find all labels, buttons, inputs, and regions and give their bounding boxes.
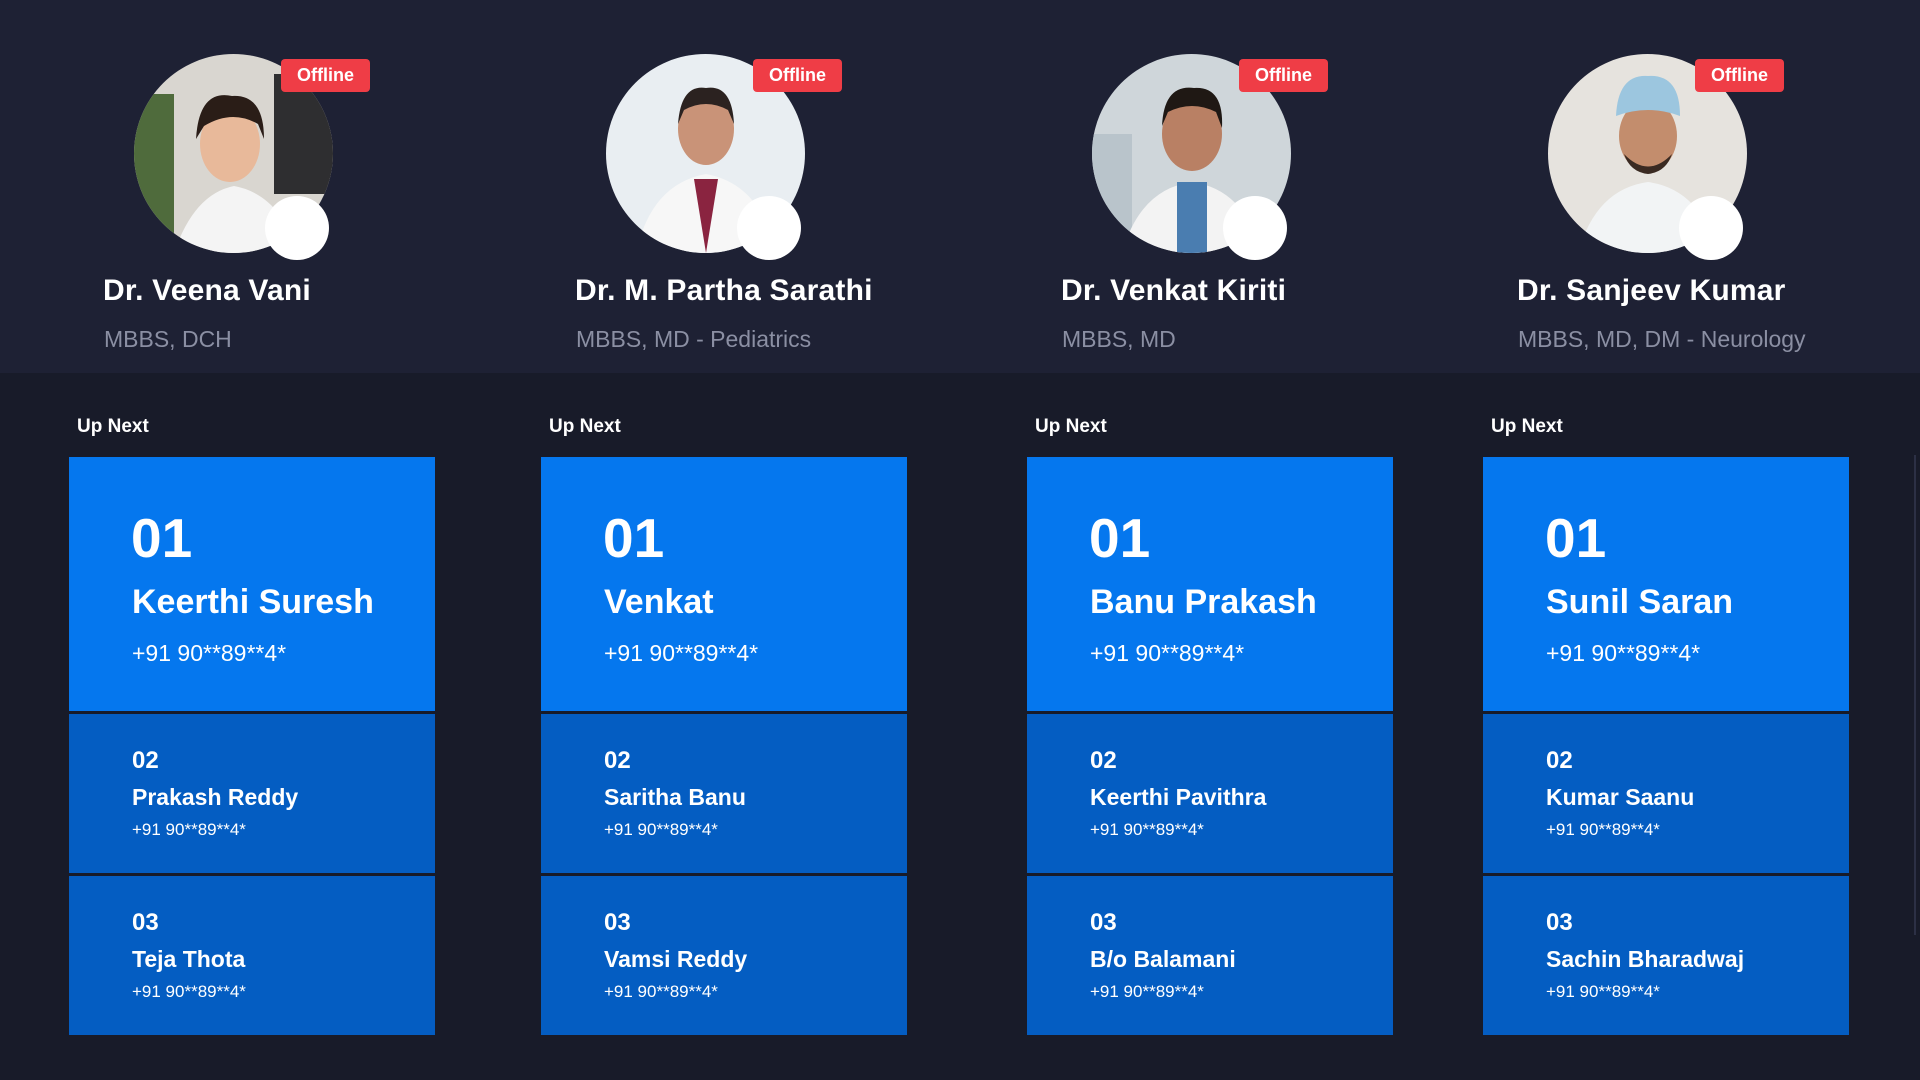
patient-queue: 01 Sunil Saran +91 90**89**4* 02 Kumar S… bbox=[1483, 457, 1849, 1035]
doctor-qualification: MBBS, MD bbox=[1062, 326, 1176, 352]
doctor-column: Offline Dr. Venkat Kiriti MBBS, MD Up Ne… bbox=[958, 0, 1438, 1080]
doctor-name: Dr. Sanjeev Kumar bbox=[1517, 274, 1786, 307]
right-edge-divider bbox=[1914, 455, 1916, 935]
status-indicator bbox=[1679, 196, 1743, 260]
queue-card[interactable]: 02 Saritha Banu +91 90**89**4* bbox=[541, 714, 907, 873]
status-badge: Offline bbox=[1239, 59, 1328, 92]
patient-phone: +91 90**89**4* bbox=[1546, 640, 1701, 666]
patient-phone: +91 90**89**4* bbox=[1546, 820, 1660, 839]
patient-name: Saritha Banu bbox=[604, 784, 746, 810]
status-badge: Offline bbox=[753, 59, 842, 92]
queue-card-current[interactable]: 01 Venkat +91 90**89**4* bbox=[541, 457, 907, 711]
doctor-column: Offline Dr. Sanjeev Kumar MBBS, MD, DM -… bbox=[1414, 0, 1894, 1080]
queue-number: 03 bbox=[132, 909, 159, 936]
queue-card[interactable]: 03 Sachin Bharadwaj +91 90**89**4* bbox=[1483, 876, 1849, 1035]
patient-phone: +91 90**89**4* bbox=[132, 982, 246, 1001]
up-next-label: Up Next bbox=[549, 416, 621, 437]
doctor-name: Dr. M. Partha Sarathi bbox=[575, 274, 873, 307]
patient-name: B/o Balamani bbox=[1090, 946, 1236, 972]
patient-phone: +91 90**89**4* bbox=[1090, 640, 1245, 666]
doctor-column: Offline Dr. M. Partha Sarathi MBBS, MD -… bbox=[472, 0, 952, 1080]
status-indicator bbox=[1223, 196, 1287, 260]
patient-name: Sunil Saran bbox=[1546, 583, 1734, 621]
status-indicator bbox=[265, 196, 329, 260]
queue-number: 03 bbox=[1546, 909, 1573, 936]
patient-queue: 01 Venkat +91 90**89**4* 02 Saritha Banu… bbox=[541, 457, 907, 1035]
queue-card[interactable]: 03 Teja Thota +91 90**89**4* bbox=[69, 876, 435, 1035]
patient-phone: +91 90**89**4* bbox=[604, 820, 718, 839]
patient-phone: +91 90**89**4* bbox=[132, 640, 287, 666]
patient-name: Banu Prakash bbox=[1090, 583, 1317, 621]
status-badge: Offline bbox=[281, 59, 370, 92]
queue-number: 01 bbox=[131, 507, 193, 569]
up-next-label: Up Next bbox=[1035, 416, 1107, 437]
patient-name: Vamsi Reddy bbox=[604, 946, 748, 972]
doctor-qualification: MBBS, MD, DM - Neurology bbox=[1518, 326, 1806, 352]
queue-card[interactable]: 02 Keerthi Pavithra +91 90**89**4* bbox=[1027, 714, 1393, 873]
queue-number: 01 bbox=[1089, 507, 1151, 569]
queue-number: 02 bbox=[132, 747, 159, 774]
queue-number: 03 bbox=[604, 909, 631, 936]
patient-phone: +91 90**89**4* bbox=[1090, 820, 1204, 839]
patient-queue: 01 Banu Prakash +91 90**89**4* 02 Keerth… bbox=[1027, 457, 1393, 1035]
patient-queue: 01 Keerthi Suresh +91 90**89**4* 02 Prak… bbox=[69, 457, 435, 1035]
patient-name: Sachin Bharadwaj bbox=[1546, 946, 1745, 972]
queue-card[interactable]: 02 Prakash Reddy +91 90**89**4* bbox=[69, 714, 435, 873]
doctor-qualification: MBBS, DCH bbox=[104, 326, 232, 352]
patient-phone: +91 90**89**4* bbox=[604, 640, 759, 666]
doctor-column: Offline Dr. Veena Vani MBBS, DCH Up Next… bbox=[0, 0, 480, 1080]
queue-number: 01 bbox=[603, 507, 665, 569]
patient-name: Prakash Reddy bbox=[132, 784, 299, 810]
doctor-name: Dr. Veena Vani bbox=[103, 274, 311, 307]
patient-name: Venkat bbox=[604, 583, 714, 621]
doctor-qualification: MBBS, MD - Pediatrics bbox=[576, 326, 812, 352]
patient-name: Keerthi Pavithra bbox=[1090, 784, 1267, 810]
patient-name: Keerthi Suresh bbox=[132, 583, 374, 621]
patient-phone: +91 90**89**4* bbox=[1546, 982, 1660, 1001]
patient-phone: +91 90**89**4* bbox=[604, 982, 718, 1001]
patient-name: Teja Thota bbox=[132, 946, 246, 972]
queue-card[interactable]: 03 Vamsi Reddy +91 90**89**4* bbox=[541, 876, 907, 1035]
queue-number: 02 bbox=[1090, 747, 1117, 774]
queue-card[interactable]: 03 B/o Balamani +91 90**89**4* bbox=[1027, 876, 1393, 1035]
queue-card-current[interactable]: 01 Keerthi Suresh +91 90**89**4* bbox=[69, 457, 435, 711]
patient-name: Kumar Saanu bbox=[1546, 784, 1695, 810]
up-next-label: Up Next bbox=[77, 416, 149, 437]
status-badge: Offline bbox=[1695, 59, 1784, 92]
queue-card[interactable]: 02 Kumar Saanu +91 90**89**4* bbox=[1483, 714, 1849, 873]
patient-phone: +91 90**89**4* bbox=[1090, 982, 1204, 1001]
patient-phone: +91 90**89**4* bbox=[132, 820, 246, 839]
queue-number: 03 bbox=[1090, 909, 1117, 936]
status-indicator bbox=[737, 196, 801, 260]
queue-number: 01 bbox=[1545, 507, 1607, 569]
doctor-name: Dr. Venkat Kiriti bbox=[1061, 274, 1287, 307]
queue-card-current[interactable]: 01 Banu Prakash +91 90**89**4* bbox=[1027, 457, 1393, 711]
queue-card-current[interactable]: 01 Sunil Saran +91 90**89**4* bbox=[1483, 457, 1849, 711]
queue-number: 02 bbox=[604, 747, 631, 774]
up-next-label: Up Next bbox=[1491, 416, 1563, 437]
queue-number: 02 bbox=[1546, 747, 1573, 774]
